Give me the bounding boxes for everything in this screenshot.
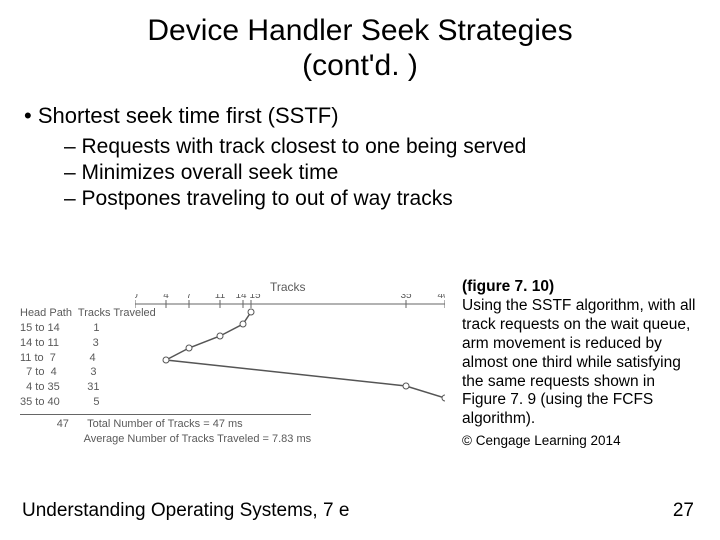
figure-body: Using the SSTF algorithm, with all track… — [462, 297, 695, 427]
slide-title: Device Handler Seek Strategies (cont'd. … — [0, 0, 720, 83]
svg-text:14: 14 — [235, 294, 247, 301]
page-number: 27 — [673, 500, 694, 522]
slide: Device Handler Seek Strategies (cont'd. … — [0, 0, 720, 540]
sub-bullet-2: Postpones traveling to out of way tracks — [64, 187, 720, 211]
table-row: 15 to 14 1 — [20, 321, 311, 336]
svg-text:40: 40 — [437, 294, 445, 301]
table-row: 11 to 7 4 — [20, 351, 311, 366]
table-totals: 47 Total Number of Tracks = 47 ms Averag… — [20, 414, 311, 447]
title-line-2: (cont'd. ) — [302, 49, 418, 82]
figure-caption: (figure 7. 10) Using the SSTF algorithm,… — [462, 278, 700, 450]
seek-table: Head Path Tracks Traveled 15 to 14 1 14 … — [20, 306, 311, 447]
table-header: Head Path Tracks Traveled — [20, 306, 311, 321]
sub-bullet-1: Minimizes overall seek time — [64, 161, 720, 185]
table-row: 14 to 11 3 — [20, 336, 311, 351]
sub-bullet-0: Requests with track closest to one being… — [64, 135, 720, 159]
figure-area: Tracks 0 4 7 11 14 15 — [20, 280, 450, 450]
tracks-axis-label: Tracks — [270, 280, 306, 294]
footer-left: Understanding Operating Systems, 7 e — [22, 500, 349, 522]
svg-text:4: 4 — [163, 294, 169, 301]
table-row: 7 to 4 3 — [20, 365, 311, 380]
svg-text:11: 11 — [215, 294, 226, 301]
table-row: 35 to 40 5 — [20, 395, 311, 410]
copyright: © Cengage Learning 2014 — [462, 433, 700, 449]
svg-text:0: 0 — [135, 294, 138, 301]
bullet-main: Shortest seek time first (SSTF) — [24, 103, 720, 129]
table-row: 4 to 35 31 — [20, 380, 311, 395]
figure-label: (figure 7. 10) — [462, 278, 554, 295]
svg-text:7: 7 — [186, 294, 192, 301]
title-line-1: Device Handler Seek Strategies — [147, 14, 572, 47]
svg-text:35: 35 — [400, 294, 412, 301]
svg-text:15: 15 — [249, 294, 261, 301]
